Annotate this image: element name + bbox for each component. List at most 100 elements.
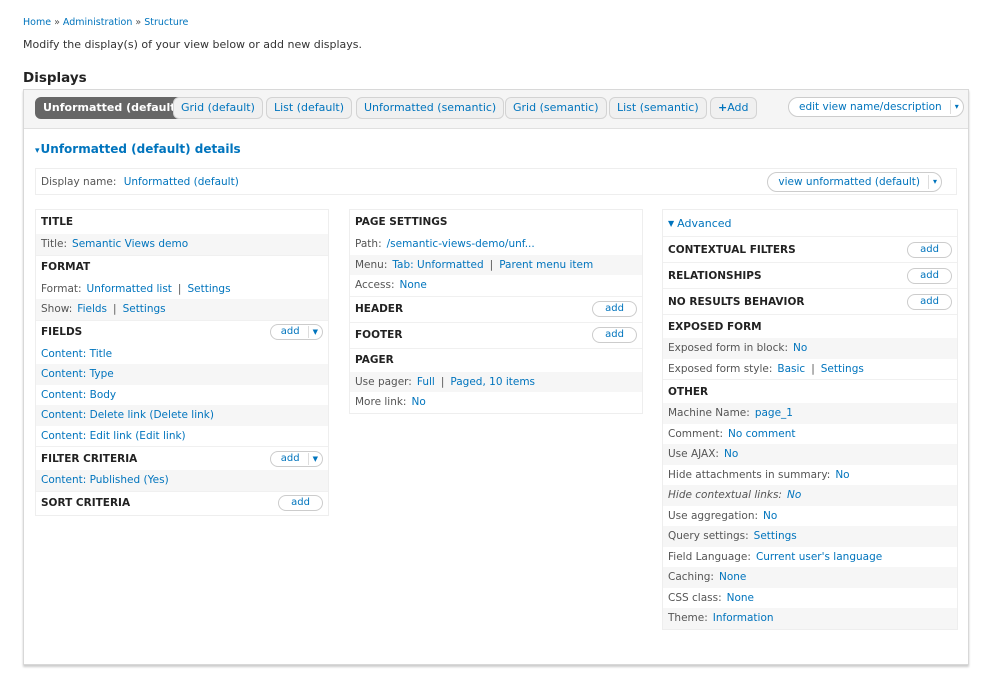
chevron-down-icon[interactable]: ▼ [313, 452, 318, 466]
other-row: Field Language: Current user's language [663, 547, 957, 568]
breadcrumb-separator: » [54, 17, 60, 28]
other-row-link[interactable]: No comment [728, 428, 796, 440]
display-details-toggle[interactable]: ▾Unformatted (default) details [35, 142, 241, 156]
header-add-button[interactable]: add [592, 301, 637, 317]
fields-section-heading: FIELDS add ▼ [36, 319, 328, 344]
tab-unformatted-semantic[interactable]: Unformatted (semantic) [356, 97, 505, 119]
access-link[interactable]: None [399, 279, 426, 291]
other-row-link[interactable]: No [835, 469, 849, 481]
display-details-title: Unformatted (default) details [40, 142, 241, 156]
add-label: add [280, 452, 300, 464]
field-item: Content: Body [36, 385, 328, 406]
field-link[interactable]: Content: Body [41, 389, 116, 401]
other-row-label: Comment: [668, 427, 723, 440]
more-link-value[interactable]: No [411, 396, 425, 408]
tab-list-default[interactable]: List (default) [266, 97, 353, 119]
section-heading-text: CONTEXTUAL FILTERS [668, 243, 796, 256]
chevron-down-icon[interactable]: ▼ [313, 325, 318, 339]
parent-menu-link[interactable]: Parent menu item [499, 259, 593, 271]
other-row-link[interactable]: No [763, 510, 777, 522]
other-row-link[interactable]: Current user's language [756, 551, 882, 563]
access-label: Access: [355, 279, 395, 292]
field-item: Content: Title [36, 344, 328, 365]
chevron-down-icon[interactable]: ▾ [933, 173, 937, 191]
other-row: Machine Name: page_1 [663, 403, 957, 424]
tab-grid-default[interactable]: Grid (default) [173, 97, 263, 119]
edit-view-name-dropdown[interactable]: edit view name/description ▾ [788, 97, 964, 117]
collapse-triangle-icon: ▾ [35, 146, 40, 156]
breadcrumb-home[interactable]: Home [23, 17, 51, 28]
menu-link[interactable]: Tab: Unformatted [392, 259, 483, 271]
advanced-label: Advanced [677, 216, 732, 230]
use-pager-link[interactable]: Full [417, 376, 435, 388]
display-name-label: Display name: [41, 176, 117, 188]
intro-text: Modify the display(s) of your view below… [23, 38, 363, 51]
pager-section-heading: PAGER [350, 347, 642, 372]
chevron-down-icon[interactable]: ▾ [955, 98, 959, 116]
other-row-link[interactable]: None [727, 592, 754, 604]
pager-items-link[interactable]: Paged, 10 items [450, 376, 535, 388]
field-link[interactable]: Content: Type [41, 368, 114, 380]
pipe-divider: | [177, 282, 182, 295]
format-settings-link[interactable]: Settings [187, 283, 230, 295]
other-row-link[interactable]: None [719, 571, 746, 583]
field-link[interactable]: Content: Title [41, 348, 112, 360]
other-row: Caching: None [663, 567, 957, 588]
format-value-link[interactable]: Unformatted list [87, 283, 172, 295]
show-value-link[interactable]: Fields [77, 303, 107, 315]
section-heading-text: SORT CRITERIA [41, 497, 131, 509]
footer-add-button[interactable]: add [592, 327, 637, 343]
pipe-divider: | [113, 303, 117, 316]
view-display-label: view unformatted (default) [778, 176, 920, 188]
view-display-dropdown[interactable]: view unformatted (default) ▾ [767, 172, 942, 192]
menu-label: Menu: [355, 258, 388, 271]
exposed-in-block-row: Exposed form in block: No [663, 338, 957, 359]
other-row-link[interactable]: Settings [754, 530, 797, 542]
exposed-style-settings-link[interactable]: Settings [821, 363, 864, 375]
relationships-add-button[interactable]: add [907, 267, 952, 284]
show-settings-link[interactable]: Settings [123, 303, 166, 315]
section-heading-text: OTHER [668, 385, 709, 398]
access-row: Access: None [350, 275, 642, 296]
exposed-in-block-link[interactable]: No [793, 342, 807, 354]
field-item: Content: Delete link (Delete link) [36, 405, 328, 426]
displays-heading: Displays [23, 70, 87, 86]
left-column: TITLE Title: Semantic Views demo FORMAT F… [35, 209, 329, 516]
field-link[interactable]: Content: Edit link (Edit link) [41, 430, 186, 442]
collapse-triangle-icon: ▼ [668, 218, 675, 228]
tab-unformatted-default[interactable]: Unformatted (default) [35, 97, 189, 119]
field-link[interactable]: Content: Delete link (Delete link) [41, 409, 214, 421]
other-row-link[interactable]: Information [713, 612, 774, 624]
no-results-add-button[interactable]: add [907, 293, 952, 310]
use-pager-row: Use pager: Full | Paged, 10 items [350, 371, 642, 392]
exposed-style-row: Exposed form style: Basic | Settings [663, 359, 957, 380]
breadcrumb-administration[interactable]: Administration [63, 17, 133, 28]
other-row-link[interactable]: page_1 [755, 407, 793, 419]
tab-list-semantic[interactable]: List (semantic) [609, 97, 707, 119]
advanced-toggle[interactable]: ▼ Advanced [663, 210, 957, 236]
filter-link[interactable]: Content: Published (Yes) [41, 474, 169, 486]
tab-grid-semantic[interactable]: Grid (semantic) [505, 97, 607, 119]
path-link[interactable]: /semantic-views-demo/unf... [387, 238, 535, 250]
section-heading-text: TITLE [41, 216, 74, 228]
more-link-label: More link: [355, 396, 407, 409]
exposed-form-heading: EXPOSED FORM [663, 314, 957, 338]
other-row: Use AJAX: No [663, 444, 957, 465]
add-display-button[interactable]: +Add [710, 97, 757, 119]
footer-section-heading: FOOTER add [350, 321, 642, 348]
contextual-filters-add-button[interactable]: add [907, 241, 952, 258]
filter-add-dropdown[interactable]: add ▼ [269, 450, 323, 467]
display-name-link[interactable]: Unformatted (default) [124, 176, 239, 188]
other-row-link[interactable]: No [724, 448, 738, 460]
breadcrumb-structure[interactable]: Structure [144, 17, 188, 28]
other-row-link[interactable]: No [787, 489, 801, 501]
title-value-link[interactable]: Semantic Views demo [72, 238, 188, 250]
format-section-heading: FORMAT [36, 254, 328, 279]
fields-add-dropdown[interactable]: add ▼ [269, 324, 323, 340]
other-row-label: Query settings: [668, 530, 749, 543]
pipe-divider: | [440, 375, 445, 388]
sort-add-button[interactable]: add [278, 495, 323, 511]
exposed-style-link[interactable]: Basic [777, 363, 805, 375]
section-heading-text: FILTER CRITERIA [41, 452, 138, 465]
use-pager-label: Use pager: [355, 375, 412, 388]
